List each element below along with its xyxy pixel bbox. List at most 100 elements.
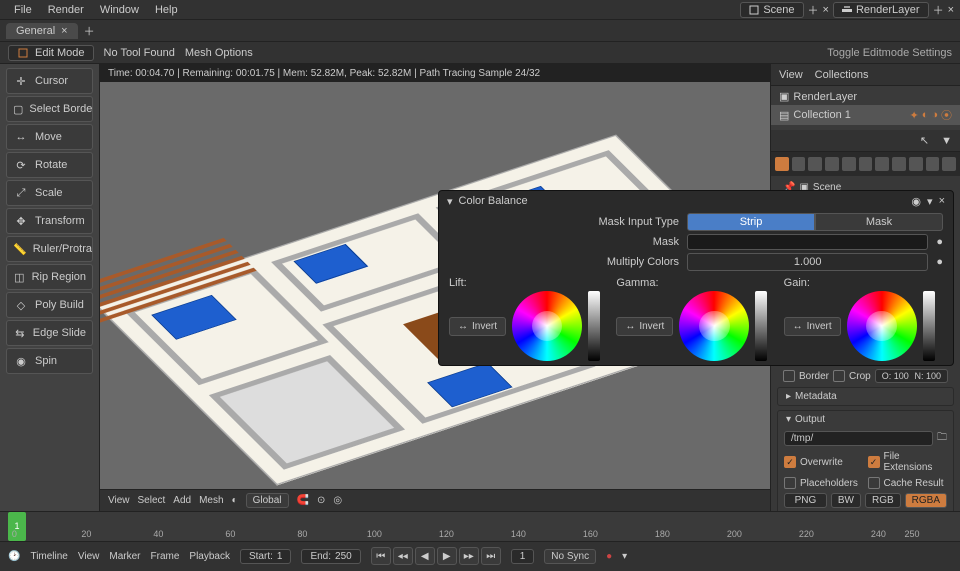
menu-window[interactable]: Window — [92, 4, 147, 16]
prop-tab-physics[interactable] — [909, 157, 923, 171]
lift-value-slider[interactable] — [588, 291, 600, 361]
seg-strip[interactable]: Strip — [687, 213, 815, 231]
autokey-icon[interactable]: ● — [606, 551, 612, 562]
play-icon[interactable]: ▶ — [437, 547, 457, 565]
color-balance-panel[interactable]: ▾ Color Balance ◉ ▾ × Mask Input Type St… — [438, 190, 954, 366]
tool-edge-slide[interactable]: ⇆Edge Slide — [6, 320, 93, 346]
tool-ruler[interactable]: 📏Ruler/Protrac... — [6, 236, 93, 262]
rgb-btn[interactable]: RGB — [865, 493, 901, 508]
toggle-editmode-link[interactable]: Toggle Editmode Settings — [827, 47, 952, 59]
prop-tab-output[interactable] — [792, 157, 806, 171]
outliner-row-collection[interactable]: ▤ Collection 1 ✦ ◐ ◑ ⦿ — [771, 105, 960, 125]
mesh-options-label[interactable]: Mesh Options — [185, 47, 253, 59]
indirect-icon[interactable]: ◑ — [931, 109, 938, 121]
gain-value-slider[interactable] — [923, 291, 935, 361]
remap-fields[interactable]: O: 100N: 100 — [875, 369, 948, 383]
format-selector[interactable]: PNG — [784, 493, 827, 508]
mask-field[interactable] — [687, 234, 928, 250]
arrow-icon[interactable]: ↖ — [920, 134, 929, 147]
gain-invert-button[interactable]: ↔ Invert — [784, 317, 841, 336]
prop-tab-scene[interactable] — [825, 157, 839, 171]
cb-close-icon[interactable]: × — [939, 195, 945, 207]
next-key-icon[interactable]: ▸▸ — [459, 547, 479, 565]
filter-icon[interactable]: ▼ — [941, 135, 952, 147]
scene-selector[interactable]: Scene — [740, 2, 803, 18]
snap-icon[interactable]: 🧲 — [297, 495, 309, 506]
menu-help[interactable]: Help — [147, 4, 186, 16]
tool-rip-region[interactable]: ◫Rip Region — [6, 264, 93, 290]
panel-output-header[interactable]: ▾ Output — [778, 411, 953, 428]
gain-color-wheel[interactable] — [847, 291, 917, 361]
lift-color-wheel[interactable] — [512, 291, 582, 361]
pivot-icon[interactable]: ⊙ — [317, 495, 325, 506]
multiply-dot-icon[interactable]: ● — [936, 256, 943, 268]
end-frame-field[interactable]: End: 250 — [301, 549, 360, 564]
close-icon[interactable]: × — [61, 25, 67, 37]
tl-menu-frame[interactable]: Frame — [151, 551, 180, 562]
sync-selector[interactable]: No Sync — [544, 549, 596, 564]
multiply-field[interactable]: 1.000 — [687, 253, 928, 271]
playhead[interactable]: 1 — [8, 512, 26, 541]
tl-menu-marker[interactable]: Marker — [109, 551, 140, 562]
key-dropdown-icon[interactable]: ▾ — [622, 551, 627, 562]
gamma-color-wheel[interactable] — [679, 291, 749, 361]
bw-btn[interactable]: BW — [831, 493, 861, 508]
tool-scale[interactable]: ⤢Scale — [6, 180, 93, 206]
prop-tab-material[interactable] — [942, 157, 956, 171]
play-rev-icon[interactable]: ◀ — [415, 547, 435, 565]
tool-spin[interactable]: ◉Spin — [6, 348, 93, 374]
jump-start-icon[interactable]: ⏮ — [371, 547, 391, 565]
add-layer-icon[interactable]: ＋ — [933, 2, 944, 18]
add-scene-icon[interactable]: ＋ — [808, 2, 819, 18]
prop-tab-constraint[interactable] — [926, 157, 940, 171]
holdout-icon[interactable]: ◐ — [922, 109, 929, 121]
close-layer-icon[interactable]: × — [948, 4, 954, 16]
tool-rotate[interactable]: ⟳Rotate — [6, 152, 93, 178]
placeholders-check[interactable] — [784, 477, 796, 489]
footer-menu-select[interactable]: Select — [138, 495, 166, 506]
tool-select-border[interactable]: ▢Select Border — [6, 96, 93, 122]
tool-transform[interactable]: ✥Transform — [6, 208, 93, 234]
output-path[interactable]: /tmp/ — [784, 431, 933, 446]
prop-tab-render[interactable] — [775, 157, 789, 171]
menu-render[interactable]: Render — [40, 4, 92, 16]
outliner-tab-view[interactable]: View — [779, 69, 803, 81]
tool-cursor[interactable]: ✛Cursor — [6, 68, 93, 94]
visibility-icon[interactable]: ⦿ — [941, 107, 952, 123]
tl-menu-timeline[interactable]: Timeline — [30, 551, 67, 562]
start-frame-field[interactable]: Start: 1 — [240, 549, 291, 564]
cb-help-icon[interactable]: ◉ — [911, 195, 921, 208]
mode-selector[interactable]: Edit Mode — [8, 45, 94, 61]
gamma-invert-button[interactable]: ↔ Invert — [616, 317, 673, 336]
overwrite-check[interactable] — [784, 456, 796, 468]
collapse-icon[interactable]: ▾ — [447, 195, 453, 208]
prop-tab-particles[interactable] — [892, 157, 906, 171]
mask-dot-icon[interactable]: ● — [936, 236, 943, 248]
prop-tab-world[interactable] — [842, 157, 856, 171]
outliner-row-renderlayer[interactable]: ▣ RenderLayer — [771, 88, 960, 105]
tool-poly-build[interactable]: ◇Poly Build — [6, 292, 93, 318]
border-check[interactable] — [783, 370, 795, 382]
close-scene-icon[interactable]: × — [823, 4, 829, 16]
timeline-icon[interactable]: 🕑 — [8, 551, 20, 562]
panel-metadata-header[interactable]: ▸ Metadata — [778, 388, 953, 405]
prev-key-icon[interactable]: ◂◂ — [393, 547, 413, 565]
prop-tab-object[interactable] — [859, 157, 873, 171]
footer-menu-add[interactable]: Add — [173, 495, 191, 506]
exclude-icon[interactable]: ✦ — [909, 109, 918, 122]
prop-tab-layers[interactable] — [808, 157, 822, 171]
tab-general[interactable]: General × — [6, 23, 78, 39]
add-tab-icon[interactable]: ＋ — [84, 23, 95, 39]
jump-end-icon[interactable]: ⏭ — [481, 547, 501, 565]
outliner-tab-collections[interactable]: Collections — [815, 69, 869, 81]
lift-invert-button[interactable]: ↔ Invert — [449, 317, 506, 336]
outliner[interactable]: ▣ RenderLayer ▤ Collection 1 ✦ ◐ ◑ ⦿ — [771, 86, 960, 130]
renderlayer-selector[interactable]: RenderLayer — [833, 2, 929, 18]
footer-menu-view[interactable]: View — [108, 495, 130, 506]
crop-check[interactable] — [833, 370, 845, 382]
shading-icon[interactable]: ◐ — [232, 495, 238, 506]
footer-menu-mesh[interactable]: Mesh — [199, 495, 223, 506]
tool-move[interactable]: ↔Move — [6, 124, 93, 150]
prop-tab-modifier[interactable] — [875, 157, 889, 171]
folder-icon[interactable]: 🗀 — [937, 430, 947, 447]
